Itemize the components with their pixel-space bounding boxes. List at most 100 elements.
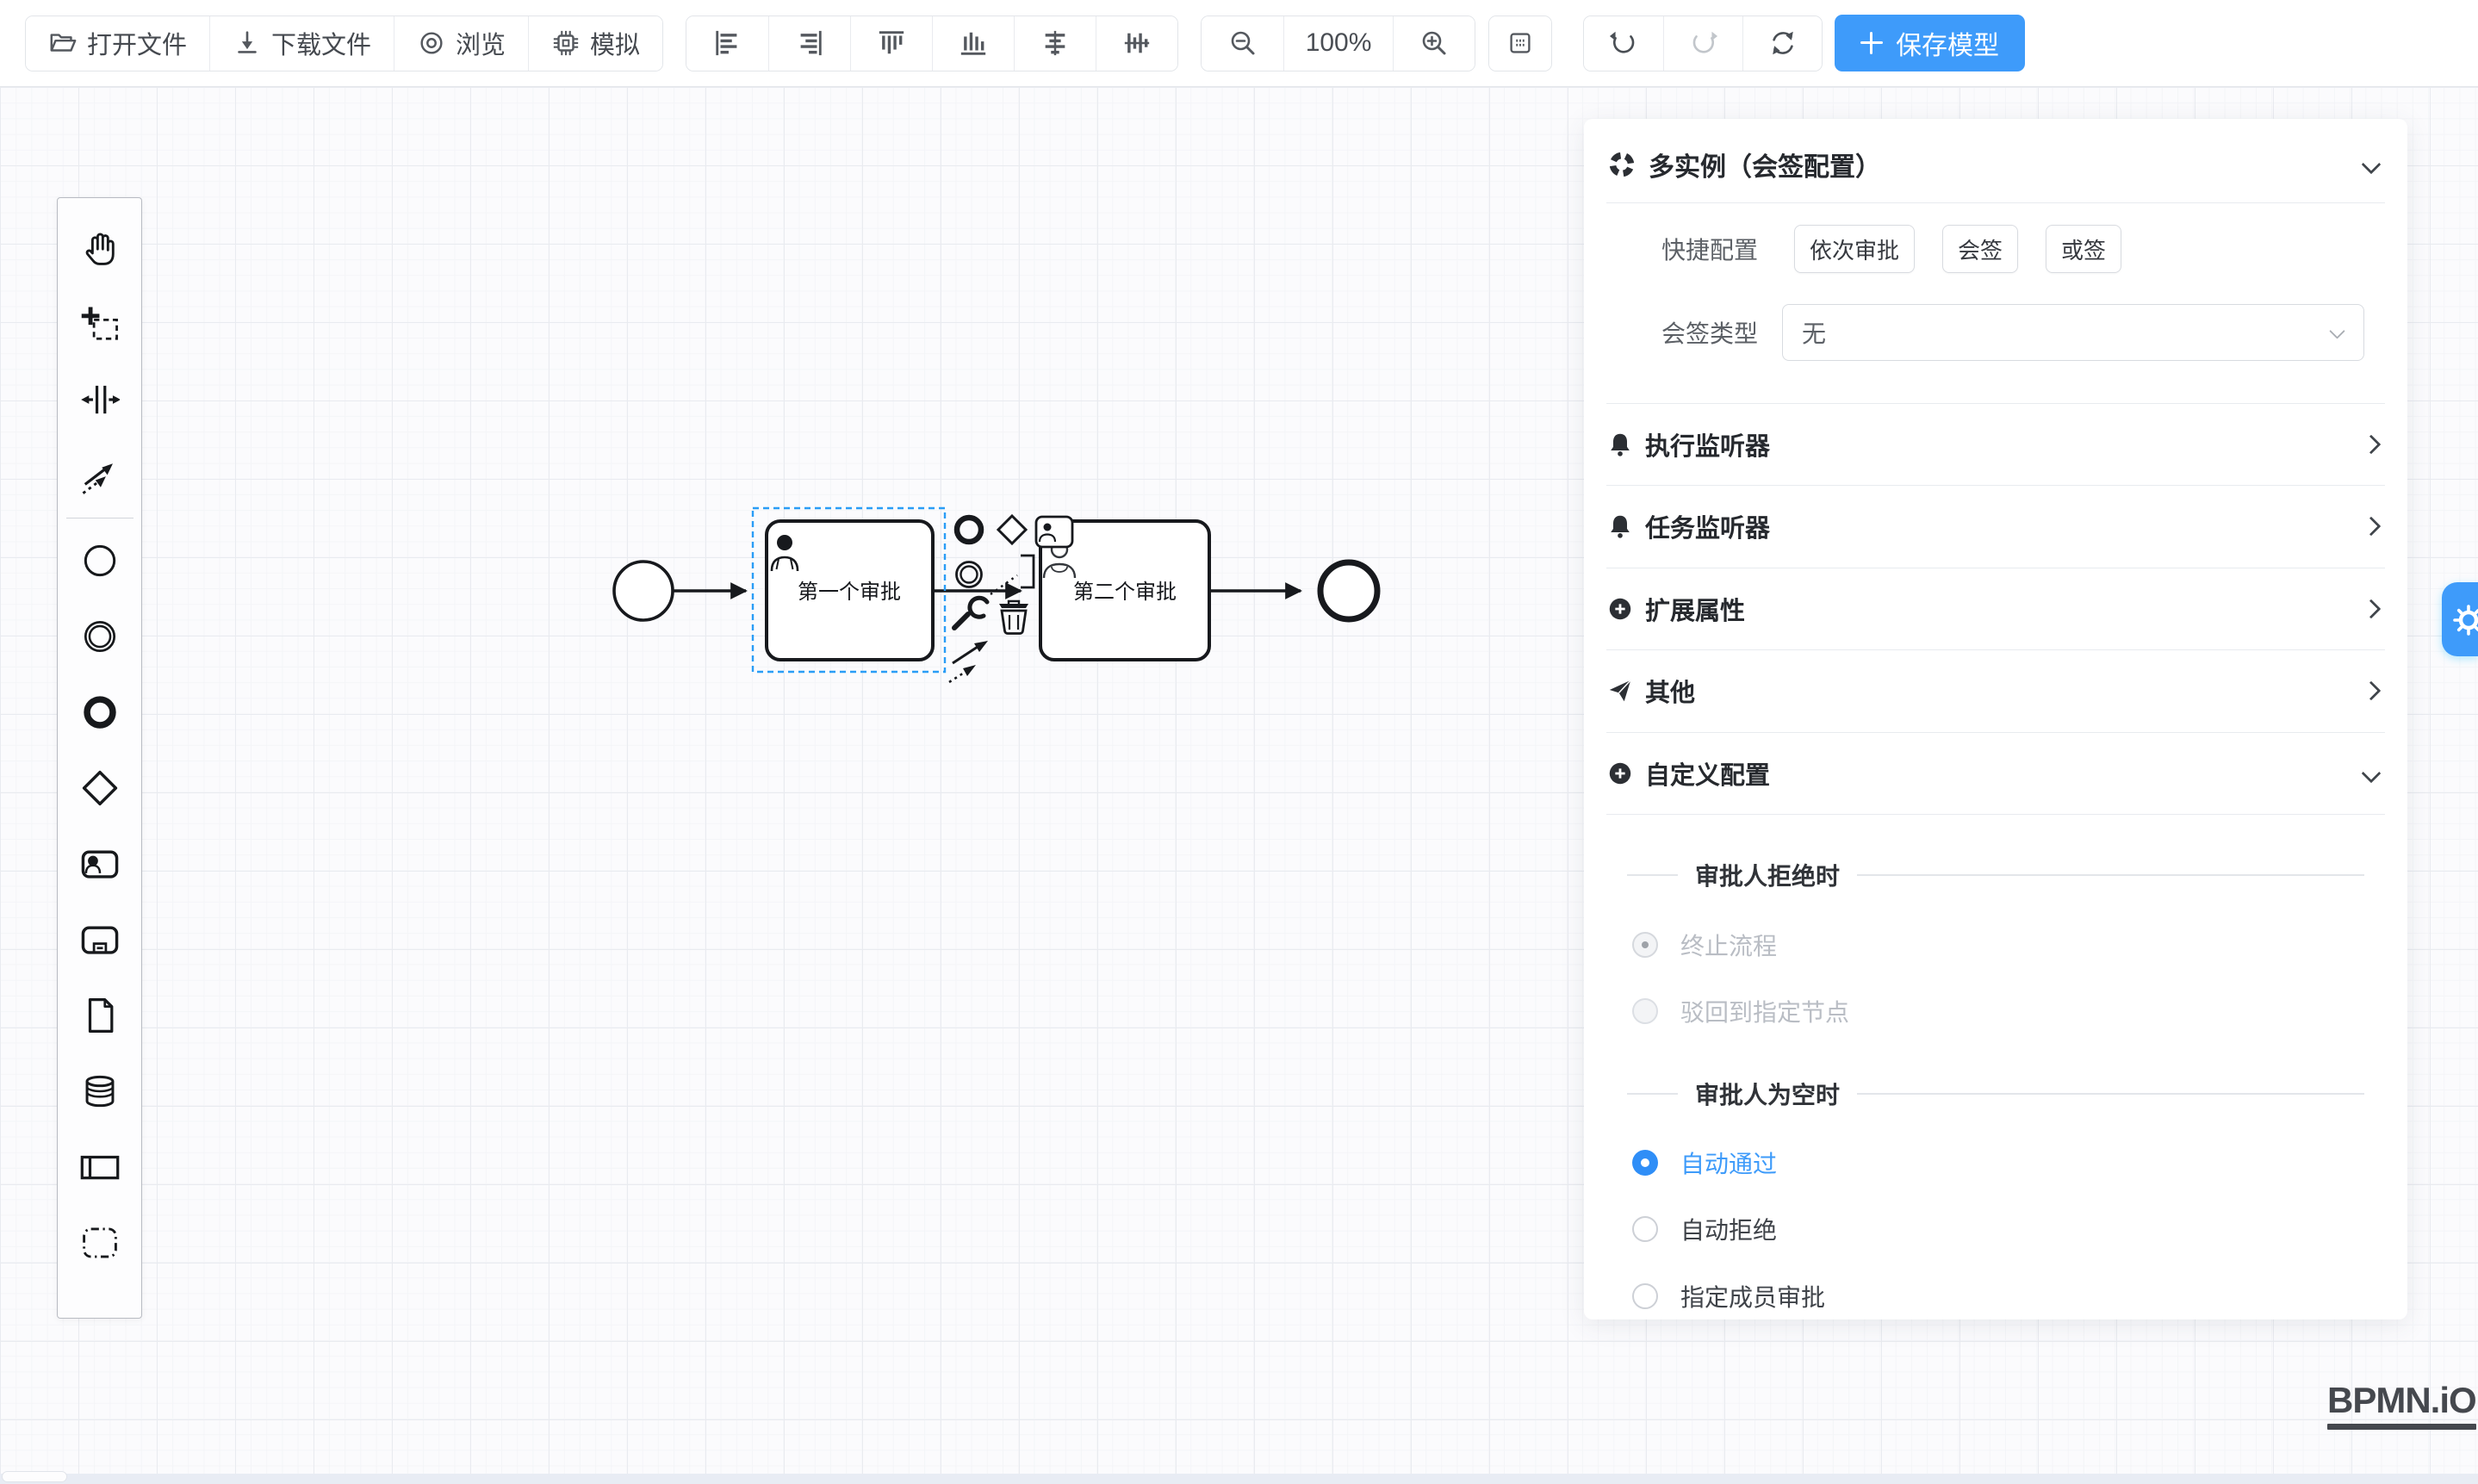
download-file-label: 下载文件 bbox=[271, 25, 371, 61]
section-label: 自定义配置 bbox=[1645, 755, 1770, 792]
align-left-button[interactable] bbox=[686, 16, 768, 71]
scrollbar-thumb[interactable] bbox=[2, 1471, 67, 1482]
task-first-approval[interactable]: 第一个审批 bbox=[767, 521, 933, 660]
zoom-level: 100% bbox=[1283, 16, 1393, 71]
gear-icon bbox=[2451, 603, 2478, 637]
chip-icon bbox=[551, 28, 581, 58]
align-right-icon bbox=[795, 28, 824, 58]
undo-button[interactable] bbox=[1584, 16, 1663, 71]
zoom-out-button[interactable] bbox=[1202, 16, 1283, 71]
toolbar: 打开文件 下载文件 浏览 模拟 100% bbox=[0, 0, 2478, 87]
folder-open-icon bbox=[48, 28, 78, 58]
radio-icon bbox=[1632, 998, 1658, 1024]
append-text-annotation-icon[interactable] bbox=[991, 556, 1034, 594]
align-group bbox=[686, 16, 1178, 71]
radio-designated-member[interactable]: 指定成员审批 bbox=[1632, 1277, 1825, 1315]
radio-icon[interactable] bbox=[1632, 1216, 1658, 1242]
align-bottom-button[interactable] bbox=[932, 16, 1014, 71]
section-custom-config[interactable]: 自定义配置 bbox=[1606, 732, 2385, 814]
wrench-icon[interactable] bbox=[954, 598, 987, 628]
zoom-out-icon bbox=[1227, 28, 1258, 59]
quick-config-orsign-button[interactable]: 或签 bbox=[2046, 225, 2121, 273]
task1-label: 第一个审批 bbox=[798, 581, 901, 604]
zoom-in-icon bbox=[1419, 28, 1450, 59]
bpmn-io-label: BPMN.iO bbox=[2327, 1380, 2476, 1421]
fit-viewport-button[interactable] bbox=[1489, 16, 1551, 71]
align-right-button[interactable] bbox=[768, 16, 850, 71]
history-group bbox=[1583, 16, 1823, 71]
radio-return-to-node: 驳回到指定节点 bbox=[1632, 992, 1849, 1030]
radio-label: 指定成员审批 bbox=[1680, 1279, 1825, 1313]
properties-panel: 多实例（会签配置） 快捷配置 依次审批 会签 或签 会签类型 无 执行监听器 任… bbox=[1584, 119, 2407, 1319]
section-other[interactable]: 其他 bbox=[1606, 649, 2385, 731]
append-gateway-icon[interactable] bbox=[998, 516, 1026, 543]
radio-icon[interactable] bbox=[1632, 1150, 1658, 1176]
open-file-label: 打开文件 bbox=[87, 25, 187, 61]
download-file-button[interactable]: 下载文件 bbox=[209, 16, 394, 71]
plus-circle-icon bbox=[1606, 595, 1634, 623]
refresh-button[interactable] bbox=[1742, 16, 1822, 71]
trash-icon[interactable] bbox=[999, 601, 1028, 634]
end-event[interactable] bbox=[1320, 562, 1377, 619]
section-execution-listener[interactable]: 执行监听器 bbox=[1606, 403, 2385, 485]
chevron-right-icon bbox=[2362, 516, 2382, 536]
radio-icon bbox=[1632, 932, 1658, 958]
file-actions-group: 打开文件 下载文件 浏览 模拟 bbox=[25, 16, 663, 71]
section-label: 任务监听器 bbox=[1645, 508, 1770, 544]
simulate-button[interactable]: 模拟 bbox=[528, 16, 662, 71]
radio-terminate-process: 终止流程 bbox=[1632, 926, 1777, 964]
radio-icon[interactable] bbox=[1632, 1283, 1658, 1309]
send-icon bbox=[1606, 677, 1634, 705]
append-user-task-icon[interactable] bbox=[1036, 517, 1072, 547]
multi-instance-icon bbox=[1606, 149, 1637, 180]
save-model-button[interactable]: 保存模型 bbox=[1835, 15, 2025, 71]
bpmn-io-watermark[interactable]: BPMN.iO bbox=[2327, 1380, 2476, 1430]
save-model-label: 保存模型 bbox=[1896, 24, 1999, 62]
chevron-down-icon[interactable] bbox=[2362, 155, 2382, 175]
quick-config-sequential-button[interactable]: 依次审批 bbox=[1794, 225, 1915, 273]
section-label: 扩展属性 bbox=[1645, 591, 1745, 627]
preview-button[interactable]: 浏览 bbox=[394, 16, 528, 71]
align-center-vertical-button[interactable] bbox=[1096, 16, 1177, 71]
reject-group-title: 审批人拒绝时 bbox=[1627, 856, 2364, 894]
align-left-icon bbox=[713, 28, 742, 58]
chevron-right-icon bbox=[2362, 434, 2382, 454]
section-task-listener[interactable]: 任务监听器 bbox=[1606, 485, 2385, 567]
radio-label: 自动通过 bbox=[1680, 1146, 1777, 1180]
radio-label: 终止流程 bbox=[1680, 928, 1777, 962]
panel-title: 多实例（会签配置） bbox=[1649, 146, 1881, 183]
align-top-button[interactable] bbox=[850, 16, 932, 71]
simulate-label: 模拟 bbox=[590, 25, 640, 61]
start-event[interactable] bbox=[614, 562, 673, 620]
connect-tool-icon[interactable] bbox=[949, 641, 988, 682]
section-extended-properties[interactable]: 扩展属性 bbox=[1606, 568, 2385, 649]
append-end-event-icon[interactable] bbox=[957, 518, 981, 542]
section-label: 执行监听器 bbox=[1645, 426, 1770, 463]
zoom-in-button[interactable] bbox=[1393, 16, 1475, 71]
download-icon bbox=[233, 28, 262, 58]
align-center-vertical-icon bbox=[1122, 28, 1152, 58]
radio-auto-pass[interactable]: 自动通过 bbox=[1632, 1144, 1777, 1182]
quick-config-row: 快捷配置 依次审批 会签 或签 bbox=[1656, 219, 2373, 279]
sign-type-select[interactable]: 无 bbox=[1782, 304, 2364, 361]
settings-tab[interactable] bbox=[2442, 582, 2478, 656]
align-bottom-icon bbox=[959, 28, 988, 58]
quick-config-countersign-button[interactable]: 会签 bbox=[1942, 225, 2018, 273]
radio-label: 自动拒绝 bbox=[1680, 1212, 1777, 1246]
divider bbox=[1606, 814, 2385, 815]
redo-icon bbox=[1689, 28, 1718, 58]
fit-viewport-icon bbox=[1506, 28, 1535, 58]
horizontal-scrollbar[interactable] bbox=[0, 1474, 2478, 1484]
multi-instance-header[interactable]: 多实例（会签配置） bbox=[1606, 140, 2385, 189]
redo-button[interactable] bbox=[1663, 16, 1742, 71]
radio-label: 驳回到指定节点 bbox=[1680, 994, 1849, 1028]
preview-label: 浏览 bbox=[456, 25, 506, 61]
align-top-icon bbox=[877, 28, 906, 58]
watermark-underline bbox=[2327, 1424, 2476, 1430]
open-file-button[interactable]: 打开文件 bbox=[26, 16, 209, 71]
append-intermediate-event-icon[interactable] bbox=[957, 562, 982, 587]
chevron-down-icon bbox=[2329, 323, 2344, 338]
chevron-right-icon bbox=[2362, 680, 2382, 700]
align-center-horizontal-button[interactable] bbox=[1014, 16, 1096, 71]
radio-auto-reject[interactable]: 自动拒绝 bbox=[1632, 1210, 1777, 1248]
